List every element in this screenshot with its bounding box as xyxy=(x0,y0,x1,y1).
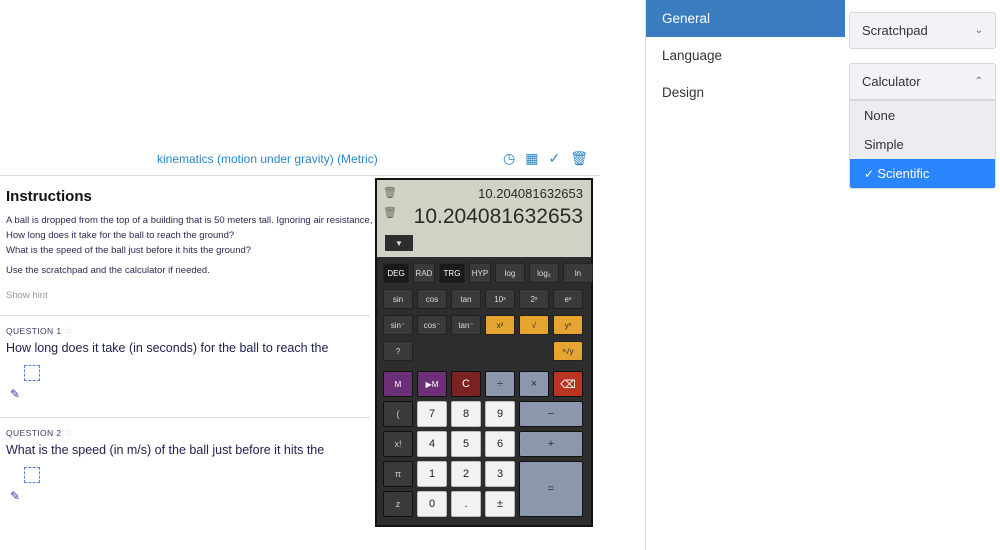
scratchpad-label: Scratchpad xyxy=(862,23,928,38)
trash-icon[interactable]: 🗑 xyxy=(570,150,588,167)
check-icon[interactable]: ✓ xyxy=(548,150,560,167)
calc-key-fact[interactable]: x! xyxy=(383,431,413,457)
calculator-options: None Simple Scientific xyxy=(849,100,996,189)
calculator-label: Calculator xyxy=(862,74,921,89)
calc-key-cos[interactable]: cos xyxy=(417,289,447,309)
calc-key-z[interactable]: z xyxy=(383,491,413,517)
calc-clear-line-icon[interactable]: 🗑 xyxy=(383,186,397,199)
quiz-header: kinematics (motion under gravity) (Metri… xyxy=(0,0,600,175)
calc-key-hyp[interactable]: HYP xyxy=(469,263,491,283)
calc-key-plus[interactable]: + xyxy=(519,431,583,457)
calc-key-log2[interactable]: log₂ xyxy=(529,263,559,283)
calc-key-backspace[interactable]: ⌫ xyxy=(553,371,583,397)
calc-key-pi[interactable]: π xyxy=(383,461,413,487)
calc-key-negate[interactable]: ± xyxy=(485,491,515,517)
question-2: QUESTION 2 ☆ What is the speed (in m/s) … xyxy=(0,417,370,511)
calc-key-xroot[interactable]: ˣ√y xyxy=(553,341,583,361)
calc-key-paren[interactable]: ( xyxy=(383,401,413,427)
calc-key-sqrt[interactable]: √ xyxy=(519,315,549,335)
quiz-title-link[interactable]: kinematics (motion under gravity) (Metri… xyxy=(157,152,378,166)
grid-icon[interactable]: ▦ xyxy=(525,150,538,167)
question-2-label: QUESTION 2 ☆ xyxy=(6,428,360,439)
calc-key-ypow[interactable]: yˣ xyxy=(553,315,583,335)
calc-key-equals[interactable]: = xyxy=(519,461,583,517)
calc-spacer xyxy=(451,341,481,361)
question-1-text: How long does it take (in seconds) for t… xyxy=(6,341,360,355)
clock-icon[interactable]: ◷ xyxy=(503,150,515,167)
question-1-label: QUESTION 1 ☆ xyxy=(6,326,360,337)
calc-key-9[interactable]: 9 xyxy=(485,401,515,427)
calculator-keypad: DEG RAD TRG HYP log log₂ ln sin cos tan … xyxy=(377,257,591,525)
calc-key-acos[interactable]: cos⁻ xyxy=(417,315,447,335)
calc-key-tan[interactable]: tan xyxy=(451,289,481,309)
calc-key-atan[interactable]: tan⁻ xyxy=(451,315,481,335)
calc-key-clear[interactable]: C xyxy=(451,371,481,397)
show-hint-link[interactable]: Show hint xyxy=(6,290,48,301)
settings-panel: Scratchpad ⌄ Calculator ⌃ None Simple Sc… xyxy=(845,0,1000,550)
calc-key-mstore[interactable]: ▶M xyxy=(417,371,447,397)
calc-key-minus[interactable]: − xyxy=(519,401,583,427)
calc-clear-line-icon[interactable]: 🗑 xyxy=(383,206,397,219)
settings-tabs: General Language Design xyxy=(645,0,845,550)
tab-general[interactable]: General xyxy=(646,0,845,37)
calc-key-rad[interactable]: RAD xyxy=(413,263,435,283)
calc-key-log[interactable]: log xyxy=(495,263,525,283)
star-icon[interactable]: ☆ xyxy=(64,428,73,439)
calc-key-8[interactable]: 8 xyxy=(451,401,481,427)
calc-key-3[interactable]: 3 xyxy=(485,461,515,487)
calc-key-4[interactable]: 4 xyxy=(417,431,447,457)
calc-option-none[interactable]: None xyxy=(850,101,995,130)
calculator-field[interactable]: Calculator ⌃ xyxy=(849,63,996,100)
calc-key-help[interactable]: ? xyxy=(383,341,413,361)
calc-key-divide[interactable]: ÷ xyxy=(485,371,515,397)
answer-input-2[interactable] xyxy=(24,467,40,483)
chevron-down-icon: ⌄ xyxy=(975,25,983,36)
star-icon[interactable]: ☆ xyxy=(64,326,73,337)
calc-key-5[interactable]: 5 xyxy=(451,431,481,457)
calculator: 🗑 10.204081632653 🗑 10.204081632653 ▼ DE… xyxy=(375,178,593,527)
calc-option-simple[interactable]: Simple xyxy=(850,130,995,159)
calc-key-sin[interactable]: sin xyxy=(383,289,413,309)
chevron-up-icon: ⌃ xyxy=(975,76,983,87)
calc-key-0[interactable]: 0 xyxy=(417,491,447,517)
calc-result-line: 10.204081632653 xyxy=(385,203,583,231)
calc-key-asin[interactable]: sin⁻ xyxy=(383,315,413,335)
calc-key-ln[interactable]: ln xyxy=(563,263,593,283)
calc-spacer xyxy=(485,341,515,361)
question-2-text: What is the speed (in m/s) of the ball j… xyxy=(6,443,360,457)
calc-history-line: 10.204081632653 xyxy=(385,184,583,203)
calc-key-1[interactable]: 1 xyxy=(417,461,447,487)
calc-key-twox[interactable]: 2ˣ xyxy=(519,289,549,309)
calculator-screen: 🗑 10.204081632653 🗑 10.204081632653 ▼ xyxy=(377,180,591,257)
calc-key-deg[interactable]: DEG xyxy=(383,263,409,283)
question-1: QUESTION 1 ☆ How long does it take (in s… xyxy=(0,315,370,409)
scratchpad-field[interactable]: Scratchpad ⌄ xyxy=(849,12,996,49)
calc-key-trg[interactable]: TRG xyxy=(439,263,465,283)
quiz-toolbar: ◷ ▦ ✓ 🗑 xyxy=(503,150,588,167)
calc-spacer xyxy=(417,341,447,361)
tab-language[interactable]: Language xyxy=(646,37,845,74)
calc-key-ex[interactable]: eˣ xyxy=(553,289,583,309)
edit-icon[interactable]: ✎ xyxy=(10,489,20,503)
calc-key-multiply[interactable]: × xyxy=(519,371,549,397)
calc-history-toggle[interactable]: ▼ xyxy=(385,235,413,251)
calc-key-xsq[interactable]: x² xyxy=(485,315,515,335)
calc-option-scientific[interactable]: Scientific xyxy=(850,159,995,188)
calc-key-dot[interactable]: . xyxy=(451,491,481,517)
calc-key-7[interactable]: 7 xyxy=(417,401,447,427)
tab-design[interactable]: Design xyxy=(646,74,845,111)
calc-key-mrecall[interactable]: M xyxy=(383,371,413,397)
calc-key-tenx[interactable]: 10ˣ xyxy=(485,289,515,309)
answer-input-1[interactable] xyxy=(24,365,40,381)
edit-icon[interactable]: ✎ xyxy=(10,387,20,401)
calc-spacer xyxy=(519,341,549,361)
calc-key-6[interactable]: 6 xyxy=(485,431,515,457)
calc-key-2[interactable]: 2 xyxy=(451,461,481,487)
